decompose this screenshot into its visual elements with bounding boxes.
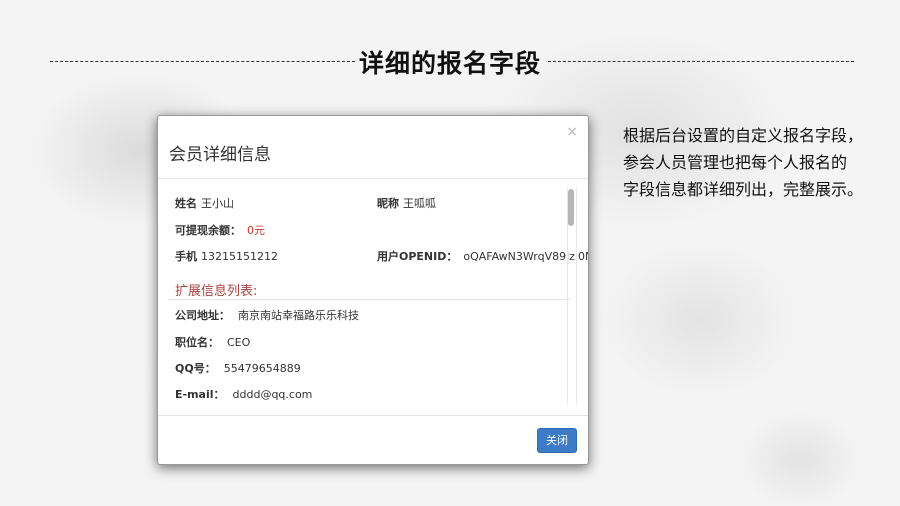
modal-scrollbar-thumb[interactable] [568, 189, 574, 226]
name-value: 王小山 [201, 197, 234, 210]
balance-label: 可提现余额： [175, 224, 241, 237]
extended-item-company-address: 公司地址： 南京南站幸福路乐乐科技 [175, 307, 359, 323]
modal-footer: 关闭 [158, 415, 588, 464]
extended-item-value: 55479654889 [223, 362, 301, 375]
nickname-field: 昵称 王呱呱 [377, 195, 436, 211]
extended-info-divider [168, 299, 571, 300]
modal-body[interactable]: 姓名 王小山 昵称 王呱呱 可提现余额： 0元 手机 13215151212 用户OPE… [158, 179, 588, 405]
extended-item-label: E-mail： [175, 388, 225, 401]
phone-value: 13215151212 [201, 250, 278, 263]
balance-field: 可提现余额： 0元 [175, 222, 265, 238]
extended-item-value: CEO [227, 336, 251, 349]
extended-item-label: 公司地址： [175, 309, 230, 322]
nickname-label: 昵称 [377, 197, 399, 210]
phone-field: 手机 13215151212 [175, 248, 278, 264]
balance-value: 0元 [247, 224, 265, 237]
extended-info-title: 扩展信息列表: [175, 284, 258, 299]
openid-field: 用户OPENID：oQAFAwN3WrqV89lzi0N... [377, 248, 588, 264]
slide-title: 详细的报名字段 [358, 49, 541, 78]
extended-item-label: 职位名： [175, 336, 219, 349]
modal-header: 会员详细信息 × [158, 116, 588, 179]
extended-item-value: dddd@qq.com [232, 388, 313, 401]
extended-item-value: 南京南站幸福路乐乐科技 [238, 309, 359, 322]
phone-label: 手机 [175, 250, 197, 263]
close-button[interactable]: 关闭 [537, 428, 577, 453]
modal-title: 会员详细信息 [169, 145, 271, 165]
nickname-value: 王呱呱 [403, 197, 436, 210]
extended-item-label: QQ号： [175, 362, 216, 375]
description-line-1: 根据后台设置的自定义报名字段， [623, 126, 864, 145]
extended-item-email: E-mail： dddd@qq.com [175, 386, 312, 402]
close-icon[interactable]: × [566, 124, 578, 140]
description-line-3: 字段信息都详细列出，完整展示。 [623, 180, 864, 199]
openid-label: 用户OPENID： [377, 250, 458, 263]
member-detail-modal: 会员详细信息 × 姓名 王小山 昵称 王呱呱 可提现余额： 0元 手机 13215151… [157, 115, 589, 465]
extended-item-position: 职位名： CEO [175, 334, 250, 350]
name-label: 姓名 [175, 197, 197, 210]
slide-description: 根据后台设置的自定义报名字段， 参会人员管理也把每个人报名的 字段信息都详细列出… [623, 122, 893, 203]
name-field: 姓名 王小山 [175, 195, 234, 211]
description-line-2: 参会人员管理也把每个人报名的 [623, 153, 848, 172]
extended-item-qq: QQ号： 55479654889 [175, 360, 301, 376]
